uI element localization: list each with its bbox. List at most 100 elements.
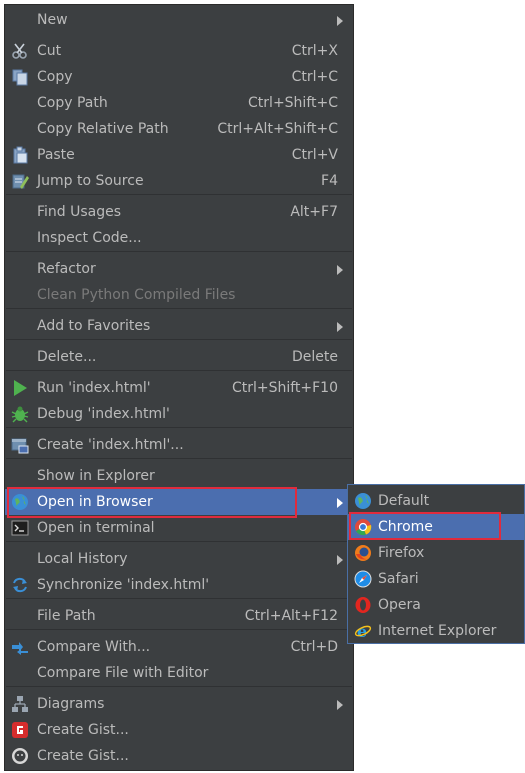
terminal-icon bbox=[11, 519, 29, 537]
menu-separator bbox=[6, 458, 352, 459]
submenu-item-default[interactable]: Default bbox=[348, 488, 524, 514]
menu-item-new[interactable]: New bbox=[5, 7, 353, 33]
copy-icon bbox=[11, 68, 29, 86]
menu-item-label: Paste bbox=[37, 147, 75, 163]
menu-item-synchronize[interactable]: Synchronize 'index.html' bbox=[5, 572, 353, 598]
menu-item-label: Find Usages bbox=[37, 204, 122, 220]
menu-item-label: Open in Browser bbox=[37, 494, 153, 510]
menu-item-label: Cut bbox=[37, 43, 62, 59]
globe-icon bbox=[354, 492, 372, 510]
menu-item-label: Local History bbox=[37, 551, 128, 567]
menu-item-label: Run 'index.html' bbox=[37, 380, 151, 396]
menu-item-copy-path[interactable]: Copy Path Ctrl+Shift+C bbox=[5, 90, 353, 116]
menu-item-shortcut: Delete bbox=[292, 349, 338, 365]
menu-item-compare-file-with-editor[interactable]: Compare File with Editor bbox=[5, 660, 353, 686]
menu-item-label: Copy bbox=[37, 69, 73, 85]
submenu-item-label: Safari bbox=[378, 571, 419, 587]
menu-item-label: Jump to Source bbox=[37, 173, 144, 189]
submenu-arrow-icon bbox=[337, 322, 343, 332]
menu-item-add-to-favorites[interactable]: Add to Favorites bbox=[5, 313, 353, 339]
submenu-item-label: Internet Explorer bbox=[378, 623, 497, 639]
context-menu: New Cut Ctrl+X Copy Ctrl+C Copy Path Ctr… bbox=[4, 4, 354, 771]
compare-icon bbox=[11, 638, 29, 656]
submenu-item-opera[interactable]: Opera bbox=[348, 592, 524, 618]
menu-item-shortcut: Ctrl+Shift+F10 bbox=[231, 380, 338, 396]
menu-item-file-path[interactable]: File Path Ctrl+Alt+F12 bbox=[5, 603, 353, 629]
menu-item-label: Show in Explorer bbox=[37, 468, 155, 484]
menu-item-open-in-terminal[interactable]: Open in terminal bbox=[5, 515, 353, 541]
submenu-item-internet-explorer[interactable]: e Internet Explorer bbox=[348, 618, 524, 644]
menu-separator bbox=[6, 427, 352, 428]
submenu-arrow-icon bbox=[337, 555, 343, 565]
menu-item-label: Create Gist... bbox=[37, 748, 129, 764]
menu-item-debug[interactable]: Debug 'index.html' bbox=[5, 401, 353, 427]
run-config-icon bbox=[11, 436, 29, 454]
menu-item-label: Copy Path bbox=[37, 95, 108, 111]
submenu-item-label: Firefox bbox=[378, 545, 425, 561]
menu-separator bbox=[6, 339, 352, 340]
menu-item-label: Compare With... bbox=[37, 639, 151, 655]
submenu-arrow-icon bbox=[337, 700, 343, 710]
submenu-item-safari[interactable]: Safari bbox=[348, 566, 524, 592]
menu-item-shortcut: F4 bbox=[321, 173, 338, 189]
safari-icon bbox=[354, 570, 372, 588]
menu-item-find-usages[interactable]: Find Usages Alt+F7 bbox=[5, 199, 353, 225]
menu-item-create-gist-github[interactable]: Create Gist... bbox=[5, 743, 353, 769]
menu-item-delete[interactable]: Delete... Delete bbox=[5, 344, 353, 370]
menu-item-label: Inspect Code... bbox=[37, 230, 142, 246]
gist-red-icon bbox=[11, 721, 29, 739]
globe-icon bbox=[11, 493, 29, 511]
menu-separator bbox=[6, 308, 352, 309]
menu-item-label: Clean Python Compiled Files bbox=[37, 287, 236, 303]
menu-item-copy[interactable]: Copy Ctrl+C bbox=[5, 64, 353, 90]
menu-item-jump-to-source[interactable]: Jump to Source F4 bbox=[5, 168, 353, 194]
menu-item-shortcut: Alt+F7 bbox=[290, 204, 338, 220]
menu-item-open-in-browser[interactable]: Open in Browser bbox=[5, 489, 353, 515]
sync-icon bbox=[11, 576, 29, 594]
menu-item-label: Copy Relative Path bbox=[37, 121, 169, 137]
menu-item-label: Synchronize 'index.html' bbox=[37, 577, 210, 593]
browser-submenu: Default Chrome Firefox Safari Opera e In… bbox=[347, 484, 525, 644]
menu-separator bbox=[6, 598, 352, 599]
submenu-arrow-icon bbox=[337, 498, 343, 508]
menu-item-shortcut: Ctrl+Shift+C bbox=[248, 95, 338, 111]
menu-item-cut[interactable]: Cut Ctrl+X bbox=[5, 38, 353, 64]
diagram-icon bbox=[11, 695, 29, 713]
menu-separator bbox=[6, 541, 352, 542]
menu-item-shortcut: Ctrl+V bbox=[291, 147, 338, 163]
clipboard-icon bbox=[11, 146, 29, 164]
submenu-item-chrome[interactable]: Chrome bbox=[348, 514, 524, 540]
svg-text:e: e bbox=[357, 622, 367, 640]
submenu-item-label: Chrome bbox=[378, 519, 433, 535]
menu-item-label: Open in terminal bbox=[37, 520, 155, 536]
menu-item-paste[interactable]: Paste Ctrl+V bbox=[5, 142, 353, 168]
menu-item-shortcut: Ctrl+D bbox=[290, 639, 338, 655]
menu-item-shortcut: Ctrl+C bbox=[291, 69, 338, 85]
submenu-item-firefox[interactable]: Firefox bbox=[348, 540, 524, 566]
menu-item-create-gist[interactable]: Create Gist... bbox=[5, 717, 353, 743]
edit-source-icon bbox=[11, 172, 29, 190]
opera-icon bbox=[354, 596, 372, 614]
menu-item-refactor[interactable]: Refactor bbox=[5, 256, 353, 282]
menu-item-local-history[interactable]: Local History bbox=[5, 546, 353, 572]
menu-item-compare-with[interactable]: Compare With... Ctrl+D bbox=[5, 634, 353, 660]
menu-separator bbox=[6, 251, 352, 252]
menu-separator bbox=[6, 629, 352, 630]
menu-item-label: File Path bbox=[37, 608, 96, 624]
menu-item-clean-python-compiled-files: Clean Python Compiled Files bbox=[5, 282, 353, 308]
github-octocat-icon bbox=[11, 747, 29, 765]
submenu-arrow-icon bbox=[337, 16, 343, 26]
menu-item-show-in-explorer[interactable]: Show in Explorer bbox=[5, 463, 353, 489]
firefox-icon bbox=[354, 544, 372, 562]
menu-item-diagrams[interactable]: Diagrams bbox=[5, 691, 353, 717]
menu-item-label: Refactor bbox=[37, 261, 96, 277]
menu-item-label: Debug 'index.html' bbox=[37, 406, 170, 422]
menu-separator bbox=[6, 370, 352, 371]
menu-item-create-run-config[interactable]: Create 'index.html'... bbox=[5, 432, 353, 458]
submenu-item-label: Default bbox=[378, 493, 430, 509]
menu-item-inspect-code[interactable]: Inspect Code... bbox=[5, 225, 353, 251]
scissors-icon bbox=[11, 42, 29, 60]
menu-item-run[interactable]: Run 'index.html' Ctrl+Shift+F10 bbox=[5, 375, 353, 401]
menu-item-copy-relative-path[interactable]: Copy Relative Path Ctrl+Alt+Shift+C bbox=[5, 116, 353, 142]
bug-icon bbox=[11, 405, 29, 423]
